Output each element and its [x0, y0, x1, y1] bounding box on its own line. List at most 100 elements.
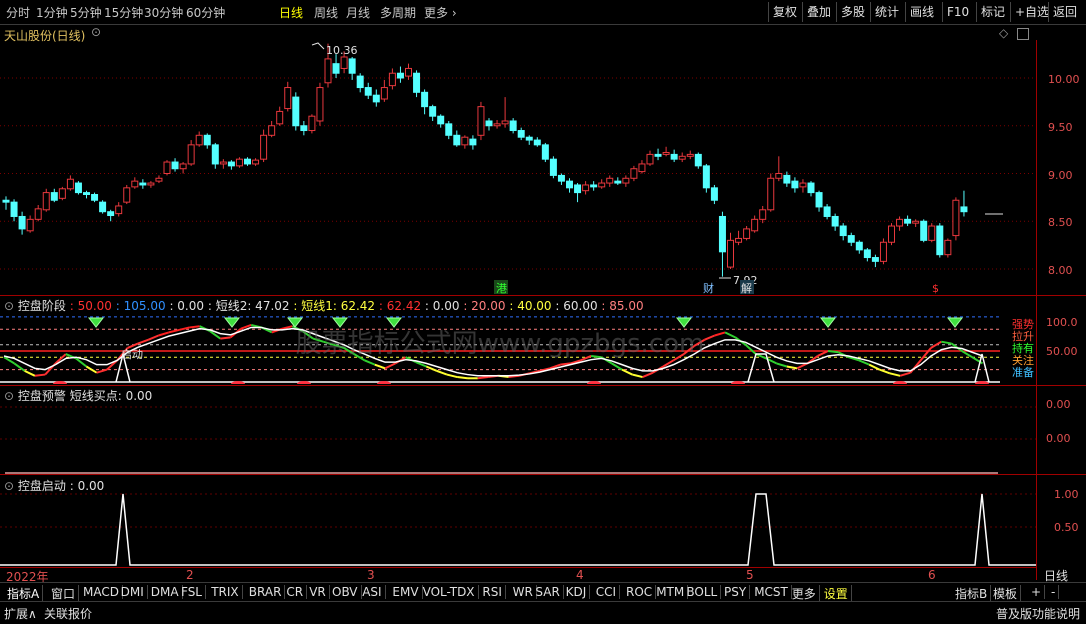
expand-button[interactable]: 扩展∧ — [4, 605, 37, 622]
indicator-tab-mcst[interactable]: MCST — [751, 585, 792, 599]
stats-button[interactable]: 统计 — [870, 2, 903, 22]
tab-monthly[interactable]: 月线 — [346, 4, 370, 21]
candle — [66, 178, 74, 190]
candle — [260, 134, 268, 160]
candle — [139, 182, 147, 186]
indicator-tab-vol-tdx[interactable]: VOL-TDX — [420, 585, 479, 599]
indicator-tab-brar[interactable]: BRAR — [246, 585, 286, 599]
indicator-tab-psy[interactable]: PSY — [721, 585, 751, 599]
right-tab-2[interactable]: + — [1028, 585, 1046, 599]
draw-line-button[interactable]: 画线 — [905, 2, 938, 22]
indicator3-chart[interactable] — [0, 476, 1036, 568]
indicator1-value-0: : 50.00 — [69, 299, 112, 313]
candle — [879, 241, 887, 262]
indicator-tab-obv[interactable]: OBV — [329, 585, 362, 599]
candle — [823, 206, 831, 217]
candle — [356, 75, 364, 89]
candle — [694, 153, 702, 167]
indicator-tab-cci[interactable]: CCI — [593, 585, 621, 599]
candle — [767, 177, 775, 211]
candlestick-chart[interactable]: 10.36 7.92 港 财 解 $ — [0, 40, 1036, 295]
candle — [807, 182, 815, 194]
ind2-ytick-1: 0.00 — [1046, 432, 1071, 445]
candle — [799, 182, 807, 188]
candle — [783, 174, 791, 184]
mark-button[interactable]: 标记 — [976, 2, 1009, 22]
gem-icon — [675, 317, 693, 328]
tab-60min[interactable]: 60分钟 — [186, 4, 225, 21]
indicator-tab-emv[interactable]: EMV — [389, 585, 423, 599]
indicator1-value-1: : 105.00 — [111, 299, 166, 313]
candle — [525, 136, 533, 141]
candle — [598, 182, 606, 188]
date-label-2: 3 — [367, 568, 375, 582]
candle — [155, 177, 163, 182]
candle — [324, 58, 332, 84]
candle — [702, 165, 710, 189]
f10-button[interactable]: F10 — [942, 2, 973, 22]
tab-daily[interactable]: 日线 — [279, 4, 303, 21]
tab-multi-period[interactable]: 多周期 — [380, 4, 416, 21]
tab-1min[interactable]: 1分钟 — [36, 4, 68, 21]
multi-stock-button[interactable]: 多股 — [836, 2, 869, 22]
candle — [372, 94, 380, 103]
candle — [2, 199, 10, 203]
indicator-tab-设置[interactable]: 设置 — [821, 585, 852, 602]
indicator1-name[interactable]: 控盘阶段 — [18, 299, 66, 313]
tab-5min[interactable]: 5分钟 — [70, 4, 102, 21]
related-quote-button[interactable]: 关联报价 — [44, 605, 92, 622]
add-watchlist-button[interactable]: +自选 — [1010, 2, 1053, 22]
candle — [638, 163, 646, 173]
indicator-tab-boll[interactable]: BOLL — [683, 585, 722, 599]
indicator-tab-fsl[interactable]: FSL — [178, 585, 206, 599]
right-tab-0[interactable]: 指标B — [952, 585, 992, 602]
indicator1-value-6: : 0.00 — [421, 299, 460, 313]
tab-fenshi[interactable]: 分时 — [6, 4, 30, 21]
date-label-3: 4 — [576, 568, 584, 582]
indicator-tab-roc[interactable]: ROC — [623, 585, 657, 599]
candle — [686, 153, 694, 157]
overlay-button[interactable]: 叠加 — [802, 2, 835, 22]
indicator-tab-vr[interactable]: VR — [306, 585, 330, 599]
indicator-tab-asi[interactable]: ASI — [359, 585, 386, 599]
indicator-tab-kdj[interactable]: KDJ — [563, 585, 591, 599]
indicator-tab-macd[interactable]: MACD — [80, 585, 123, 599]
candle — [960, 206, 968, 213]
indicator-tab-dmi[interactable]: DMI — [118, 585, 148, 599]
back-button[interactable]: 返回 — [1048, 2, 1081, 22]
indicator1-value-3: : 短线2: 47.02 — [204, 299, 290, 313]
indicator-tab-指标a[interactable]: 指标A — [4, 585, 44, 602]
indicator-tab-sar[interactable]: SAR — [532, 585, 564, 599]
indicator-tab-更多[interactable]: 更多 — [789, 585, 820, 602]
tab-30min[interactable]: 30分钟 — [144, 4, 183, 21]
candle — [839, 225, 847, 237]
indicator-tab-trix[interactable]: TRIX — [208, 585, 243, 599]
right-tab-3[interactable]: - — [1048, 585, 1060, 599]
indicator-tab-rsi[interactable]: RSI — [479, 585, 506, 599]
right-tab-1[interactable]: 模板 — [990, 585, 1022, 602]
candle — [920, 220, 928, 241]
fuquan-button[interactable]: 复权 — [768, 2, 801, 22]
candle — [445, 123, 453, 136]
panel-divider — [0, 474, 1086, 475]
candle — [34, 208, 42, 220]
candle — [904, 218, 912, 224]
candle — [252, 159, 260, 165]
indicator-tab-窗口[interactable]: 窗口 — [48, 585, 80, 602]
dropdown-icon[interactable]: ⊙ — [91, 25, 101, 39]
tab-weekly[interactable]: 周线 — [314, 4, 338, 21]
candle — [348, 58, 356, 74]
help-link[interactable]: 普及版功能说明 — [996, 605, 1080, 622]
candle — [952, 199, 960, 237]
diamond-icon[interactable]: ◇ — [999, 26, 1008, 40]
candle — [147, 182, 155, 186]
tab-more[interactable]: 更多 › — [424, 4, 457, 21]
indicator1-value-2: : 0.00 — [165, 299, 205, 313]
candle — [791, 180, 799, 189]
tab-15min[interactable]: 15分钟 — [104, 4, 143, 21]
indicator1-chart[interactable]: 股票指标公式网www.gpzbgs.com 启动 — [0, 312, 1036, 384]
indicator-tab-cr[interactable]: CR — [283, 585, 308, 599]
candle — [163, 161, 171, 175]
indicator-menu-icon[interactable]: ⊙ — [4, 299, 14, 313]
window-toggle-icon[interactable] — [1017, 28, 1029, 40]
